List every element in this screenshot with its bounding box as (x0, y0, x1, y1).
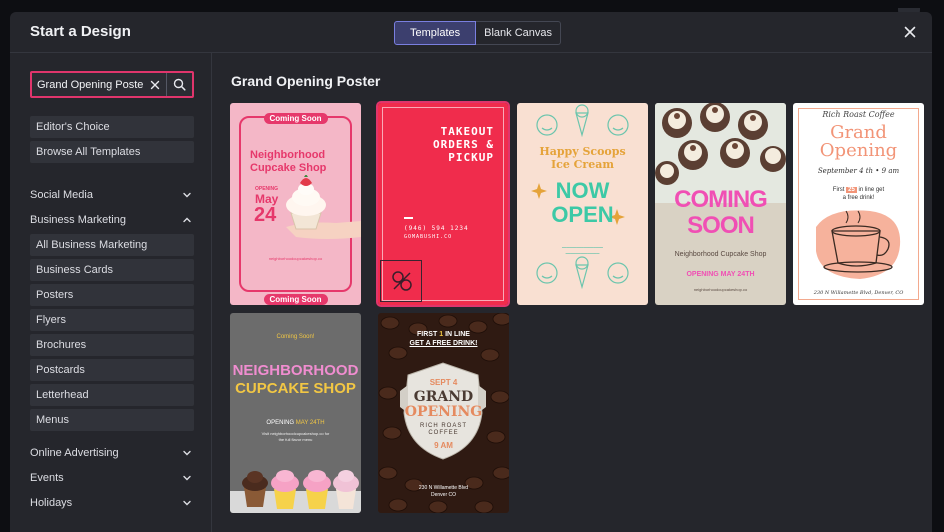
template-card-rich-roast-white[interactable]: Rich Roast Coffee Grand Opening Septembe… (793, 103, 924, 305)
poster-top-text: FIRST 1 IN LINE GET A FREE DRINK! (409, 331, 478, 347)
poster-url-line2: the full flavor menu (278, 437, 313, 442)
results-panel: Grand Opening Poster Coming Soon Neighbo… (213, 53, 932, 532)
poster-small-lines: ━━━━━━━━━━━━━━━━━ ━━━━━━━━━━━━━━ (562, 245, 603, 256)
poster-address: 230 N Willamette Blvd, Denver, CO (813, 290, 904, 296)
poster-big-text: NOW OPEN (551, 178, 614, 227)
sidebar: Editor's Choice Browse All Templates Soc… (10, 53, 212, 532)
poster-big-text: COMING SOON (674, 186, 768, 239)
poster-date: SEPT 4 (429, 378, 458, 387)
start-design-dialog: Start a Design Templates Blank Canvas Gr… (10, 12, 932, 532)
sidebar-item-flyers[interactable]: Flyers (30, 309, 194, 331)
sidebar-category-online-advertising[interactable]: Online Advertising (30, 444, 194, 462)
chevron-down-icon (183, 500, 191, 506)
cupcake-in-hand-image (286, 175, 361, 239)
poster-site-text: neighborhoodcupcakeshop.co (268, 256, 323, 261)
poster-heading: Happy Scoops Ice Cream (539, 145, 626, 171)
search-button[interactable] (166, 73, 192, 96)
poster-url: Visit neighborhoodcupcakeshop.co for (261, 431, 330, 436)
dialog-title: Start a Design (30, 23, 131, 40)
sidebar-category-business-marketing[interactable]: Business Marketing (30, 211, 194, 229)
template-card-rich-roast-beans[interactable]: FIRST 1 IN LINE GET A FREE DRINK! SEPT 4… (378, 313, 509, 513)
poster-brand: RICH ROAST COFFEE (419, 423, 467, 436)
close-icon[interactable] (902, 24, 918, 40)
poster-site-text: neighborhoodcupcakeshop.co (693, 287, 748, 292)
poster-site: GOMABUSHI.CO (404, 234, 453, 240)
poster-heading: TAKEOUT ORDERS & PICKUP (433, 125, 494, 164)
poster-dash (404, 217, 413, 219)
clear-search-button[interactable] (144, 73, 166, 96)
poster-offer-line2: a free drink! (842, 195, 875, 201)
clear-icon (150, 80, 160, 89)
results-title: Grand Opening Poster (231, 73, 381, 89)
chevron-up-icon (183, 217, 191, 223)
sidebar-item-editors-choice[interactable]: Editor's Choice (30, 116, 194, 138)
tab-blank-canvas[interactable]: Blank Canvas (476, 21, 562, 45)
poster-heading: Grand Opening (819, 122, 898, 161)
category-label: Holidays (30, 497, 73, 509)
poster-brand: Rich Roast Coffee (822, 110, 895, 119)
template-card-cupcake-pink[interactable]: Coming Soon Neighborhood Cupcake Shop OP… (230, 103, 361, 305)
mode-toggle: Templates Blank Canvas (394, 21, 562, 45)
dialog-header: Start a Design Templates Blank Canvas (10, 12, 932, 53)
tab-templates[interactable]: Templates (394, 21, 477, 45)
sidebar-item-all-business-marketing[interactable]: All Business Marketing (30, 234, 194, 256)
sidebar-item-postcards[interactable]: Postcards (30, 359, 194, 381)
sidebar-item-posters[interactable]: Posters (30, 284, 194, 306)
poster-phone: (946) 594 1234 (404, 225, 469, 232)
sidebar-item-brochures[interactable]: Brochures (30, 334, 194, 356)
poster-date: OPENING MAY 24TH (266, 420, 325, 426)
category-label: Events (30, 472, 64, 484)
poster-date: September 4 th • 9 am (817, 167, 900, 175)
poster-date: OPENING MAY 24TH (686, 271, 755, 278)
poster-heading: Neighborhood Cupcake Shop (250, 149, 327, 174)
poster-heading: NEIGHBORHOOD CUPCAKE SHOP (232, 362, 359, 397)
search-input[interactable] (32, 73, 144, 96)
coffee-cup-illustration (816, 210, 901, 279)
poster-address: 230 N Willamette Blvd Denver CO (418, 485, 469, 498)
template-card-happy-scoops[interactable]: Happy Scoops Ice Cream NOW OPEN ━━━━━━━━… (517, 103, 648, 305)
search-box (30, 71, 194, 98)
template-card-coming-soon-cupcakes[interactable]: COMING SOON Neighborhood Cupcake Shop OP… (655, 103, 786, 305)
sidebar-item-menus[interactable]: Menus (30, 409, 194, 431)
logo-mark-icon (392, 271, 412, 291)
sidebar-category-events[interactable]: Events (30, 469, 194, 487)
template-card-takeout-red[interactable]: TAKEOUT ORDERS & PICKUP (946) 594 1234 G… (376, 101, 510, 307)
poster-date-day: 24 (254, 204, 277, 226)
poster-name: Neighborhood Cupcake Shop (674, 251, 767, 258)
search-icon (173, 78, 186, 91)
chevron-down-icon (183, 450, 191, 456)
template-card-cupcake-gray[interactable]: Coming Soon! NEIGHBORHOOD CUPCAKE SHOP O… (230, 313, 361, 513)
chevron-down-icon (183, 192, 191, 198)
poster-top-badge: Coming Soon (230, 108, 361, 126)
category-label: Online Advertising (30, 447, 119, 459)
cupcakes-row-photo (230, 470, 361, 513)
sidebar-category-holidays[interactable]: Holidays (30, 494, 194, 512)
poster-offer-line1: First 25 in line get (832, 187, 885, 193)
poster-top-text: Coming Soon! (276, 334, 315, 340)
sidebar-item-business-cards[interactable]: Business Cards (30, 259, 194, 281)
category-label: Business Marketing (30, 214, 126, 226)
sidebar-category-social-media[interactable]: Social Media (30, 186, 194, 204)
sidebar-item-letterhead[interactable]: Letterhead (30, 384, 194, 406)
category-label: Social Media (30, 189, 93, 201)
chevron-down-icon (183, 475, 191, 481)
poster-bottom-badge: Coming Soon (230, 289, 361, 305)
sidebar-item-browse-all[interactable]: Browse All Templates (30, 141, 194, 163)
poster-time: 9 AM (434, 441, 453, 450)
poster-heading: GRAND OPENING (404, 389, 483, 420)
